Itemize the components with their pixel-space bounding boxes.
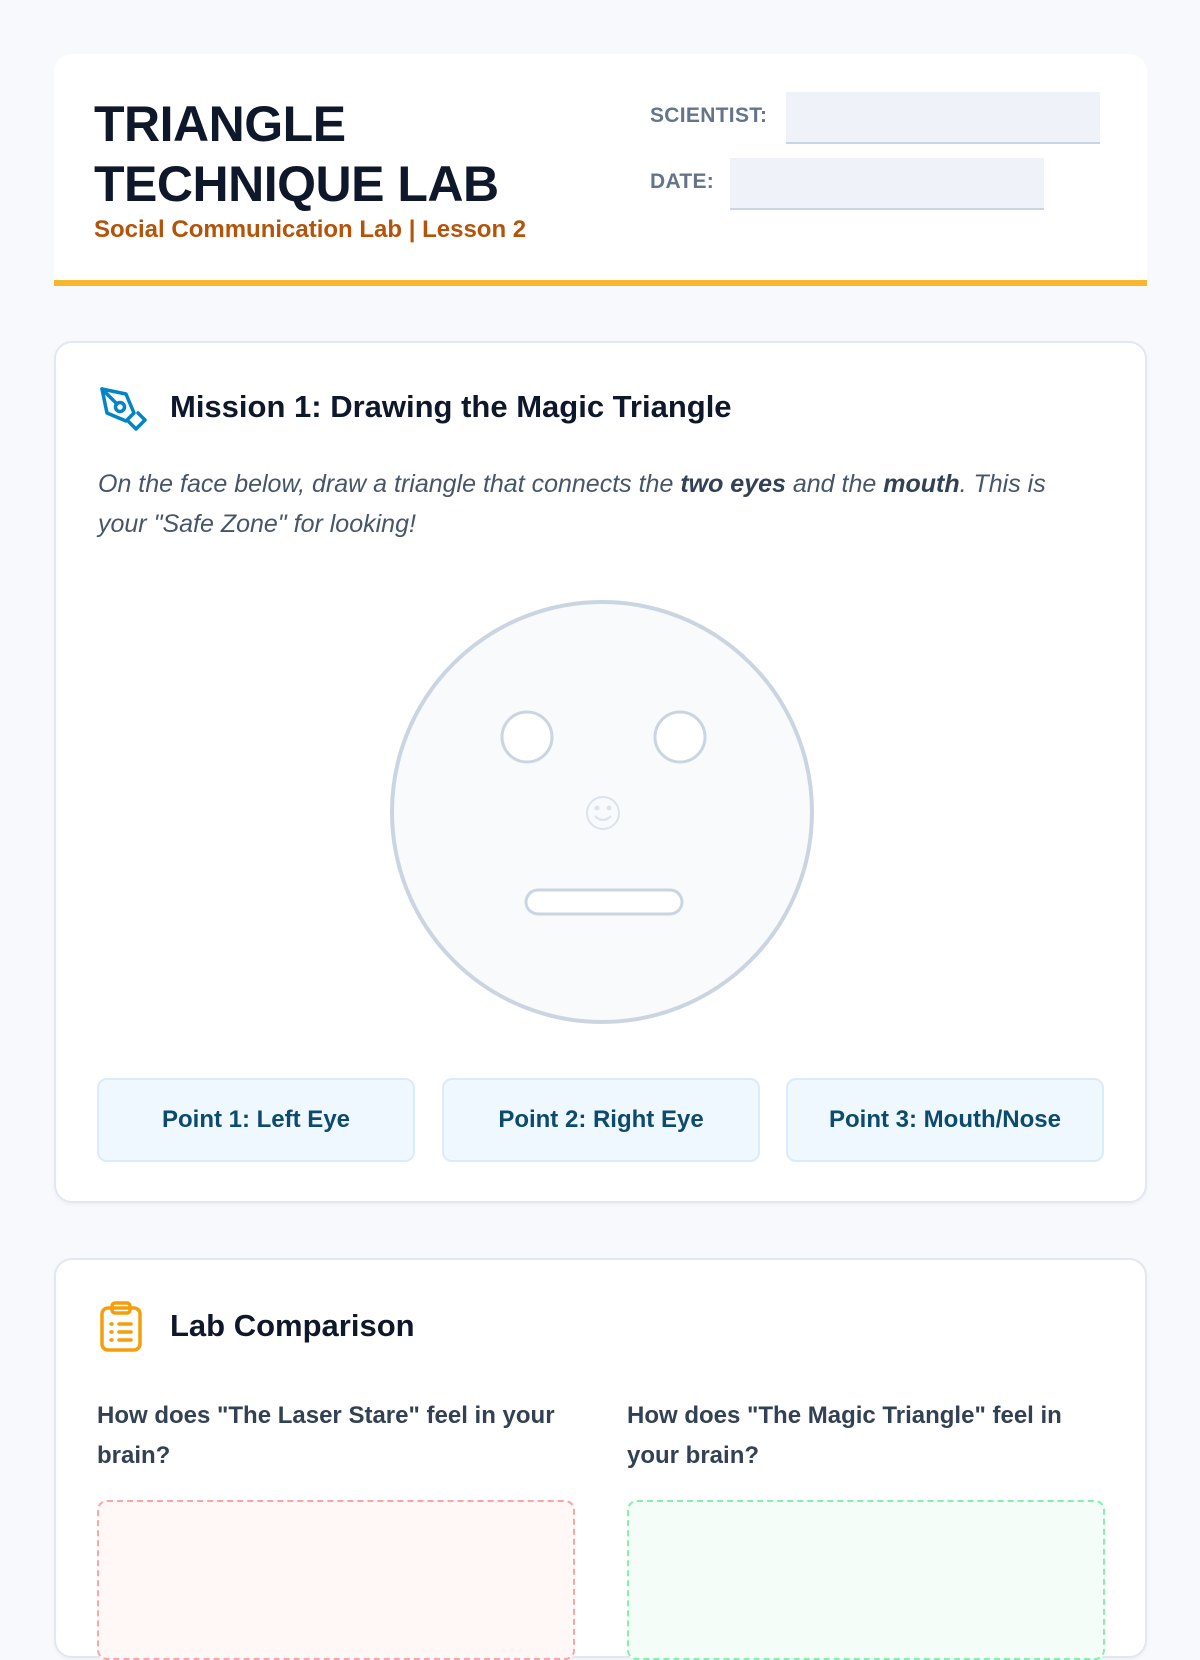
left-eye [500,710,554,764]
scientist-label: SCIENTIST: [650,104,768,127]
date-field[interactable] [730,158,1044,210]
mission-card: Mission 1: Drawing the Magic Triangle On… [54,341,1147,1203]
mission-instructions: On the face below, draw a triangle that … [98,464,1098,544]
title-line-1: TRIANGLE [94,96,346,152]
pen-nib-icon [98,385,148,440]
scientist-field[interactable] [786,92,1100,144]
mouth [524,888,684,916]
lesson-subtitle: Social Communication Lab | Lesson 2 [94,216,527,243]
point-mouth-nose[interactable]: Point 3: Mouth/Nose [786,1078,1104,1162]
clipboard-list-icon [98,1300,144,1357]
instructions-bold-eyes: two eyes [680,470,786,498]
right-eye [653,710,707,764]
date-label: DATE: [650,170,715,193]
title-line-2: TECHNIQUE LAB [94,156,499,212]
instructions-text-2: and the [785,470,884,498]
page-title: TRIANGLE TECHNIQUE LAB [94,94,634,214]
question-laser-stare: How does "The Laser Stare" feel in your … [97,1402,555,1469]
point-left-eye[interactable]: Point 1: Left Eye [97,1078,415,1162]
answer-laser-stare[interactable] [97,1500,575,1660]
comparison-title: Lab Comparison [170,1308,415,1343]
worksheet-header: TRIANGLE TECHNIQUE LAB Social Communicat… [54,54,1147,286]
instructions-text-1: On the face below, draw a triangle that … [98,470,681,498]
face-drawing-area[interactable] [387,597,817,1027]
point-right-eye[interactable]: Point 2: Right Eye [442,1078,760,1162]
answer-magic-triangle[interactable] [627,1500,1105,1660]
face-outline [390,600,814,1024]
comparison-card: Lab Comparison How does "The Laser Stare… [54,1258,1147,1660]
instructions-bold-mouth: mouth [883,470,960,498]
question-magic-triangle: How does "The Magic Triangle" feel in yo… [627,1402,1062,1469]
mission-title: Mission 1: Drawing the Magic Triangle [170,389,732,424]
